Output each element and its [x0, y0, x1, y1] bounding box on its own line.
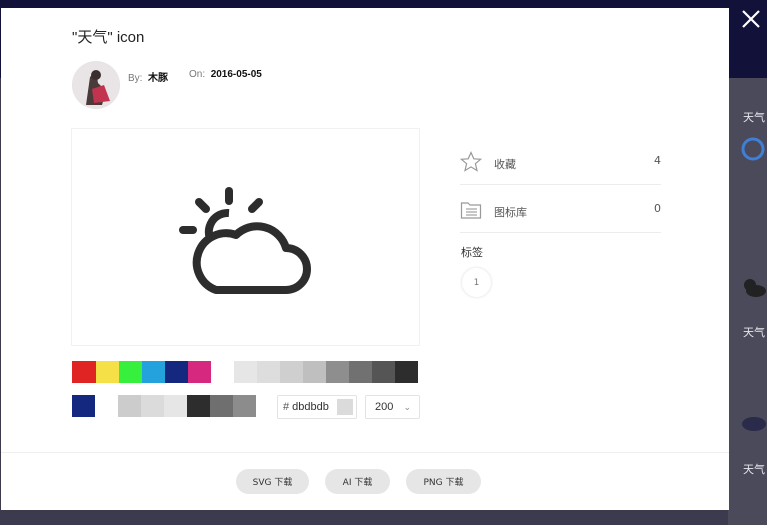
- color-swatch[interactable]: [118, 395, 141, 417]
- background-item-label: 天气: [743, 326, 765, 339]
- favorite-row[interactable]: 收藏 4: [460, 137, 661, 185]
- color-swatch[interactable]: [211, 361, 234, 383]
- sun-ring-icon: [741, 137, 765, 161]
- background-item-label: 天气: [743, 463, 765, 476]
- color-swatch[interactable]: [303, 361, 326, 383]
- color-swatch[interactable]: [187, 395, 210, 417]
- color-swatches-primary: [72, 361, 418, 383]
- svg-download-button[interactable]: SVG 下载: [236, 469, 309, 494]
- wechat-icon: [600, 485, 622, 501]
- date-info: On: 2016-05-05: [189, 69, 262, 80]
- watermark-text: iOS面向编码: [628, 485, 720, 504]
- icon-title: "天气" icon: [72, 29, 145, 46]
- color-preview-swatch: [337, 399, 353, 415]
- color-swatch[interactable]: [72, 395, 95, 417]
- color-swatch[interactable]: [188, 361, 211, 383]
- folder-list-icon: [460, 202, 482, 219]
- icon-preview: [72, 129, 419, 345]
- size-select[interactable]: 200 ⌄: [365, 395, 420, 419]
- color-swatch[interactable]: [119, 361, 142, 383]
- chevron-down-icon: ⌄: [403, 402, 411, 412]
- weather-sun-cloud-icon: [179, 187, 311, 294]
- author-prefix: By:: [128, 73, 143, 84]
- tags-heading: 标签: [461, 246, 483, 259]
- icon-detail-modal: "天气" icon By: 木豚 On: 2016-05-05 # dbdbdb…: [1, 8, 729, 510]
- size-value: 200: [375, 401, 394, 413]
- background-item-label: 天气: [743, 111, 765, 124]
- png-download-button[interactable]: PNG 下载: [406, 469, 481, 494]
- color-hex-input[interactable]: # dbdbdb: [277, 395, 357, 419]
- close-icon: [742, 10, 760, 28]
- color-swatch[interactable]: [395, 361, 418, 383]
- color-swatch[interactable]: [96, 361, 119, 383]
- library-count: 0: [654, 202, 661, 215]
- author-avatar[interactable]: [72, 61, 120, 109]
- ai-download-button[interactable]: AI 下载: [325, 469, 390, 494]
- color-swatch[interactable]: [95, 395, 118, 417]
- footer-divider: [1, 452, 729, 453]
- color-swatch[interactable]: [234, 361, 257, 383]
- background-icon-grid: [728, 78, 767, 525]
- color-swatch[interactable]: [165, 361, 188, 383]
- library-label: 图标库: [494, 206, 527, 219]
- wechat-watermark: iOS面向编码: [600, 481, 719, 505]
- color-swatch[interactable]: [164, 395, 187, 417]
- cloud-icon: [742, 417, 766, 431]
- color-swatch[interactable]: [326, 361, 349, 383]
- close-button[interactable]: [738, 6, 764, 32]
- color-swatch[interactable]: [233, 395, 256, 417]
- color-swatch[interactable]: [257, 361, 280, 383]
- color-swatch[interactable]: [372, 361, 395, 383]
- color-swatch[interactable]: [349, 361, 372, 383]
- favorite-count: 4: [654, 154, 661, 167]
- cloud-sun-icon: [744, 279, 766, 297]
- library-row[interactable]: 图标库 0: [460, 185, 661, 233]
- hash-label: #: [283, 401, 290, 413]
- color-swatch[interactable]: [280, 361, 303, 383]
- upload-date: 2016-05-05: [210, 69, 262, 80]
- author-info: By: 木豚: [128, 69, 168, 84]
- star-icon: [460, 151, 482, 172]
- color-hex-value: dbdbdb: [292, 401, 329, 413]
- date-prefix: On:: [189, 69, 206, 80]
- color-swatches-recent: [72, 395, 256, 417]
- color-swatch[interactable]: [72, 361, 96, 383]
- color-swatch[interactable]: [141, 395, 164, 417]
- tag-chip[interactable]: 1: [462, 268, 491, 297]
- color-swatch[interactable]: [210, 395, 233, 417]
- color-swatch[interactable]: [142, 361, 165, 383]
- author-name[interactable]: 木豚: [148, 73, 168, 84]
- favorite-label: 收藏: [494, 158, 516, 171]
- avatar-image: [72, 61, 120, 109]
